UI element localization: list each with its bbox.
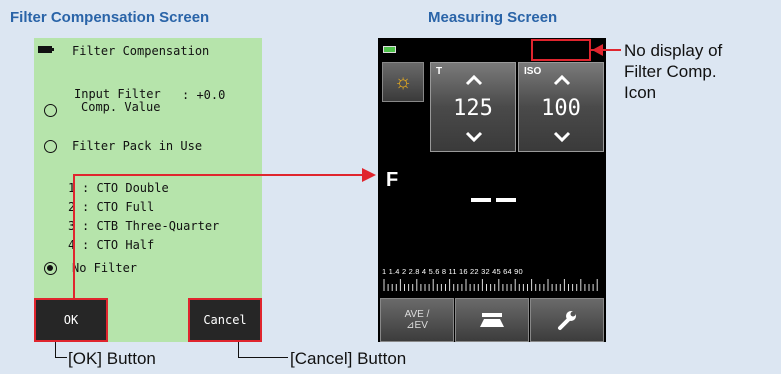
t-label: T — [436, 66, 443, 77]
aperture-scale-numbers: 1 1.4 2 2.8 4 5.6 8 11 16 22 32 45 64 90 — [382, 267, 523, 276]
cancel-button[interactable]: Cancel — [188, 298, 262, 342]
filter-list-item[interactable]: 2 : CTO Full — [68, 198, 219, 217]
chevron-up-icon[interactable] — [465, 71, 483, 89]
chevron-up-icon[interactable] — [553, 71, 571, 89]
filter-compensation-screen: Filter Compensation Input Filter Comp. V… — [34, 38, 262, 342]
callout-line — [238, 357, 288, 358]
input-filter-value[interactable]: : +0.0 — [182, 88, 225, 102]
filter-list-item[interactable]: 3 : CTB Three-Quarter — [68, 217, 219, 236]
reading-dash — [471, 198, 491, 202]
filter-screen-caption: Filter Compensation Screen — [10, 9, 210, 26]
measuring-screen: ☼ T 125 ISO 100 F 1 1.4 2 2.8 4 5.6 8 11… — [378, 38, 606, 342]
ev-label: ⊿EV — [406, 320, 428, 331]
dome-icon — [480, 313, 504, 327]
filter-number: 4 — [68, 238, 76, 252]
chevron-down-icon[interactable] — [553, 128, 571, 146]
iso-control[interactable]: ISO 100 — [518, 62, 604, 152]
callout-line — [238, 342, 239, 358]
callout-line — [73, 174, 75, 298]
no-display-annotation: No display of Filter Comp. Icon — [624, 41, 723, 102]
battery-icon — [38, 46, 54, 53]
cancel-button-annotation: [Cancel] Button — [290, 349, 407, 368]
arrow-icon — [362, 168, 376, 182]
callout-line — [73, 174, 368, 176]
shutter-speed-control[interactable]: T 125 — [430, 62, 516, 152]
ave-ev-button[interactable]: AVE / ⊿EV — [380, 298, 454, 342]
no-filter-radio[interactable] — [44, 262, 57, 275]
filter-name: : CTO Double — [82, 181, 169, 195]
filter-comp-icon-area — [531, 39, 591, 61]
ok-button[interactable]: OK — [34, 298, 108, 342]
t-value: 125 — [453, 96, 493, 121]
filter-name: : CTO Full — [82, 200, 155, 214]
ok-button-annotation: [OK] Button — [68, 349, 156, 368]
filter-list-item[interactable]: 4 : CTO Half — [68, 236, 219, 255]
measuring-screen-caption: Measuring Screen — [428, 9, 558, 26]
settings-button[interactable] — [530, 298, 604, 342]
input-filter-label: Input Filter Comp. Value — [74, 88, 161, 114]
filter-pack-label: Filter Pack in Use — [72, 139, 203, 153]
filter-name: : CTO Half — [82, 238, 155, 252]
filter-list: 1 : CTO Double 2 : CTO Full 3 : CTB Three-Q… — [68, 179, 219, 255]
input-filter-radio[interactable] — [44, 104, 57, 117]
memory-button[interactable] — [455, 298, 529, 342]
chevron-down-icon[interactable] — [465, 128, 483, 146]
ave-label: AVE / — [404, 309, 430, 320]
iso-value: 100 — [541, 96, 581, 121]
sun-icon[interactable]: ☼ — [382, 62, 424, 102]
filter-number: 3 — [68, 219, 76, 233]
f-label: F — [386, 169, 399, 191]
filter-number: 2 — [68, 200, 76, 214]
aperture-scale — [383, 279, 598, 291]
arrow-icon — [592, 44, 603, 56]
battery-icon — [383, 46, 396, 53]
screen-title: Filter Compensation — [72, 44, 210, 58]
filter-name: : CTB Three-Quarter — [82, 219, 220, 233]
filter-number: 1 — [68, 181, 76, 195]
reading-dash — [496, 198, 516, 202]
filter-list-item[interactable]: 1 : CTO Double — [68, 179, 219, 198]
input-filter-label-line2: Comp. Value — [81, 100, 161, 114]
iso-label: ISO — [524, 66, 542, 77]
callout-line — [55, 357, 67, 358]
wrench-icon — [558, 311, 576, 330]
callout-line — [55, 342, 56, 358]
filter-pack-radio[interactable] — [44, 140, 57, 153]
no-filter-label: No Filter — [72, 261, 138, 275]
